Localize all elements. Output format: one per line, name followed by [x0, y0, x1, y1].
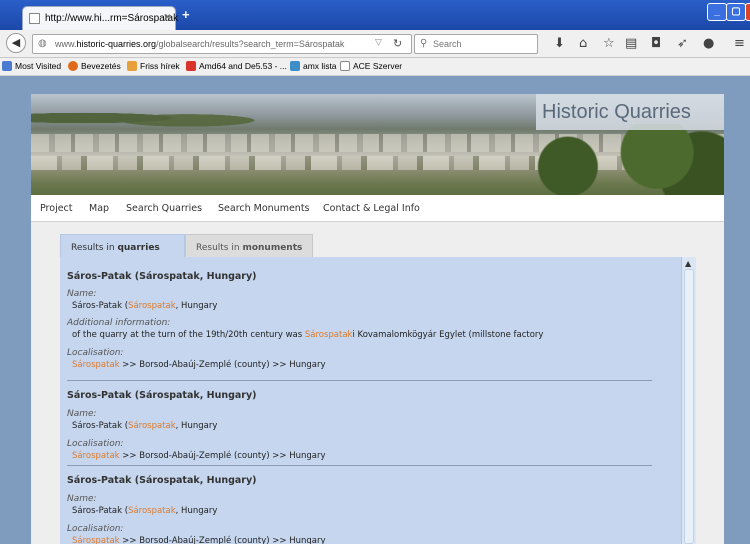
- banner-trees: [31, 106, 291, 130]
- name-value: Sáros-Patak (Sárospatak, Hungary: [72, 301, 218, 311]
- bookmark-amd64[interactable]: Amd64 and De5.53 - ...: [186, 61, 287, 71]
- bookmark-amx-lista[interactable]: amx lista: [290, 61, 337, 71]
- result-divider: [67, 465, 652, 466]
- window-close-button[interactable]: [745, 3, 750, 21]
- menu-map[interactable]: Map: [89, 203, 109, 214]
- search-input[interactable]: ⚲ Search: [414, 34, 538, 54]
- minimize-button[interactable]: _: [707, 3, 727, 21]
- localisation-label: Localisation:: [67, 348, 124, 358]
- banner-trees: [501, 124, 724, 195]
- new-tab-button[interactable]: +: [182, 7, 190, 22]
- address-bar[interactable]: ◍ www.historic-quarries.org/globalsearch…: [32, 34, 412, 54]
- page-content: Historic Quarries Project Map Search Qua…: [31, 94, 724, 544]
- folder-icon: [2, 61, 12, 71]
- bookmark-friss-hirek[interactable]: Friss hírek: [127, 61, 180, 71]
- rss-icon: [127, 61, 137, 71]
- results-scrollbar[interactable]: ▲: [681, 257, 696, 544]
- localisation-link[interactable]: Sárospatak: [72, 360, 120, 370]
- url-text[interactable]: www.historic-quarries.org/globalsearch/r…: [55, 39, 344, 49]
- bookmark-bevezetes[interactable]: Bevezetés: [68, 61, 121, 71]
- name-label: Name:: [67, 289, 97, 299]
- name-value: Sáros-Patak (Sárospatak, Hungary: [72, 421, 218, 431]
- result-divider: [67, 380, 652, 381]
- localisation-link[interactable]: Sárospatak: [72, 451, 120, 461]
- localisation-label: Localisation:: [67, 524, 124, 534]
- bookmark-ace-szerver[interactable]: ACE Szerver: [340, 61, 402, 71]
- close-icon[interactable]: ×: [163, 12, 171, 23]
- result-heading[interactable]: Sáros-Patak (Sárospatak, Hungary): [67, 271, 257, 282]
- scrollbar-thumb[interactable]: [684, 269, 694, 544]
- page-icon: [340, 61, 350, 71]
- maximize-button[interactable]: ▢: [726, 3, 746, 21]
- tab-results-monuments[interactable]: Results in monuments: [185, 234, 313, 257]
- navigation-toolbar: ◀ ◍ www.historic-quarries.org/globalsear…: [0, 30, 750, 58]
- table-icon: [290, 61, 300, 71]
- menu-project[interactable]: Project: [40, 203, 73, 214]
- spider-icon: [186, 61, 196, 71]
- additional-info-value: of the quarry at the turn of the 19th/20…: [72, 330, 544, 340]
- localisation-label: Localisation:: [67, 439, 124, 449]
- chat-icon[interactable]: ●: [703, 36, 714, 51]
- bookmark-star-icon[interactable]: ☆: [603, 36, 615, 51]
- site-title[interactable]: Historic Quarries: [542, 101, 691, 124]
- reading-list-icon[interactable]: ▤: [625, 36, 637, 51]
- browser-title-bar: http://www.hi...rm=Sárospatak × + _ ▢: [0, 0, 750, 30]
- reload-icon[interactable]: ↻: [393, 37, 402, 50]
- menu-search-quarries[interactable]: Search Quarries: [126, 203, 202, 214]
- globe-icon: ◍: [38, 38, 47, 49]
- dropdown-arrow-icon[interactable]: ▽: [375, 38, 382, 48]
- localisation-value: Sárospatak >> Borsod-Abaúj-Zemplé (count…: [72, 536, 326, 544]
- browser-tab[interactable]: http://www.hi...rm=Sárospatak ×: [22, 6, 179, 30]
- menu-icon[interactable]: ≡: [734, 36, 745, 51]
- send-icon[interactable]: ➶: [677, 36, 688, 51]
- tab-title: http://www.hi...rm=Sárospatak: [45, 13, 179, 24]
- scroll-up-icon[interactable]: ▲: [685, 259, 691, 268]
- result-heading[interactable]: Sáros-Patak (Sárospatak, Hungary): [67, 390, 257, 401]
- menu-search-monuments[interactable]: Search Monuments: [218, 203, 310, 214]
- localisation-value: Sárospatak >> Borsod-Abaúj-Zemplé (count…: [72, 360, 326, 370]
- additional-info-label: Additional information:: [67, 318, 171, 328]
- localisation-link[interactable]: Sárospatak: [72, 536, 120, 544]
- name-label: Name:: [67, 409, 97, 419]
- download-icon[interactable]: ⬇: [554, 36, 565, 51]
- header-banner: Historic Quarries: [31, 94, 724, 195]
- search-icon: ⚲: [420, 38, 428, 49]
- results-panel: Sáros-Patak (Sárospatak, Hungary) Name: …: [60, 257, 696, 544]
- bookmarks-toolbar: Most Visited Bevezetés Friss hírek Amd64…: [0, 58, 750, 76]
- main-menu: Project Map Search Quarries Search Monum…: [31, 195, 724, 222]
- tab-results-quarries[interactable]: Results in quarries: [60, 234, 185, 257]
- pocket-icon[interactable]: ◘: [651, 36, 661, 51]
- home-icon[interactable]: ⌂: [579, 36, 587, 51]
- page-icon: [29, 13, 40, 24]
- name-value: Sáros-Patak (Sárospatak, Hungary: [72, 506, 218, 516]
- search-placeholder: Search: [433, 39, 462, 49]
- name-label: Name:: [67, 494, 97, 504]
- back-arrow-icon[interactable]: ◀: [6, 33, 26, 53]
- bookmark-most-visited[interactable]: Most Visited: [2, 61, 61, 71]
- result-heading[interactable]: Sáros-Patak (Sárospatak, Hungary): [67, 475, 257, 486]
- firefox-icon: [68, 61, 78, 71]
- localisation-value: Sárospatak >> Borsod-Abaúj-Zemplé (count…: [72, 451, 326, 461]
- menu-contact-legal[interactable]: Contact & Legal Info: [323, 203, 420, 214]
